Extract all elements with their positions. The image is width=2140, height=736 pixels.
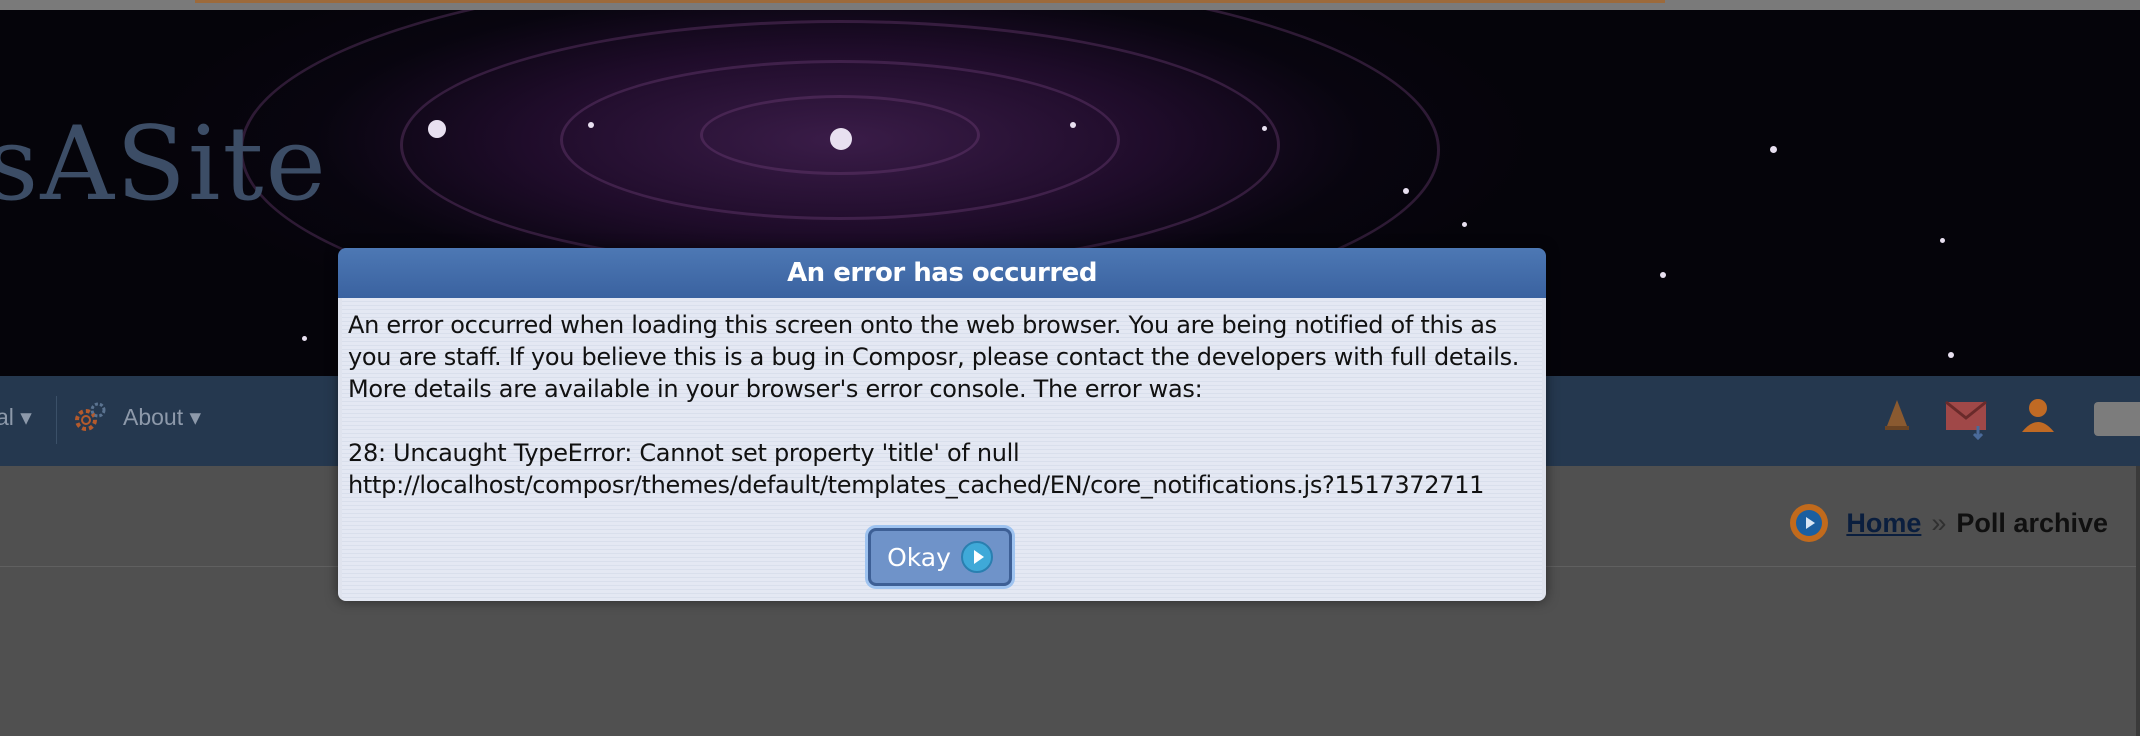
- proceed-arrow-icon: [960, 541, 993, 573]
- mail-icon[interactable]: [1944, 396, 1990, 440]
- error-dialog: An error has occurred An error occurred …: [338, 248, 1546, 601]
- page-scrollbar[interactable]: [2136, 466, 2140, 736]
- gear-icon: [75, 402, 106, 431]
- star: [1770, 146, 1777, 153]
- bell-icon[interactable]: [1882, 396, 1912, 436]
- star: [830, 128, 852, 150]
- star: [1948, 352, 1954, 358]
- browser-top-strip: [0, 0, 2140, 10]
- breadcrumb-separator: »: [1931, 507, 1947, 538]
- nav-divider: [56, 396, 57, 444]
- breadcrumb-home-link[interactable]: Home: [1846, 508, 1921, 539]
- breadcrumb-current: Poll archive: [1956, 507, 2108, 538]
- search-box[interactable]: [2094, 402, 2140, 436]
- nav-item-partial[interactable]: al ▾: [0, 404, 32, 431]
- okay-button-label: Okay: [887, 542, 951, 572]
- home-arrow-icon: [1790, 504, 1829, 542]
- star: [1660, 272, 1666, 278]
- nav-item-about[interactable]: About ▾: [123, 404, 201, 431]
- star: [1070, 122, 1076, 128]
- star: [1262, 126, 1267, 131]
- dialog-title: An error has occurred: [338, 248, 1546, 298]
- dialog-body: An error occurred when loading this scre…: [338, 298, 1546, 601]
- breadcrumb: Home » Poll archive: [1790, 504, 2108, 542]
- star: [1940, 238, 1945, 243]
- star: [1462, 222, 1467, 227]
- loading-bar: [195, 0, 1665, 3]
- user-icon[interactable]: [2018, 396, 2058, 436]
- okay-button[interactable]: Okay: [868, 528, 1012, 586]
- site-name[interactable]: sASite: [0, 105, 328, 224]
- dialog-message: An error occurred when loading this scre…: [348, 311, 1520, 499]
- star: [1403, 188, 1409, 194]
- star: [302, 336, 307, 341]
- star: [428, 120, 446, 138]
- star: [588, 122, 594, 128]
